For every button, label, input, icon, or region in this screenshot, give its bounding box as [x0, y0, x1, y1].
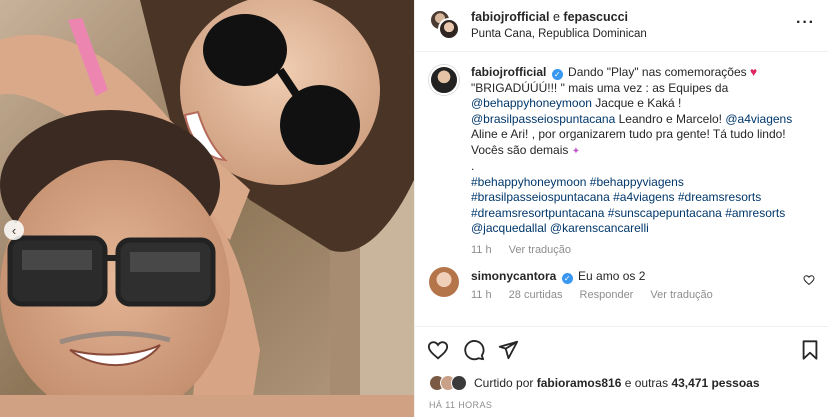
mention-link[interactable]: @a4viagens	[725, 112, 792, 126]
comment-age[interactable]: 11 h	[471, 289, 492, 301]
comment-text: simonycantora ✓ Eu amo os 2	[471, 269, 645, 284]
action-bar	[415, 326, 828, 374]
verified-icon: ✓	[561, 273, 573, 284]
caption-text-a: Jacque e Kaká !	[591, 96, 682, 110]
sparkle-emoji: ✦	[571, 145, 581, 157]
likes-prefix: Curtido por	[474, 376, 537, 390]
mention-link[interactable]: @brasilpasseiospuntacana	[471, 112, 615, 126]
author-link-2[interactable]: fepascucci	[563, 10, 628, 24]
photo-illustration	[0, 0, 414, 417]
caption-text-b: Leandro e Marcelo!	[615, 111, 726, 126]
heart-emoji: ♥	[749, 65, 758, 79]
liker-link[interactable]: fabioramos816	[537, 376, 622, 390]
comment-item: simonycantora ✓ Eu amo os 2 11 h 28 curt…	[429, 263, 815, 311]
chevron-left-icon: ‹	[11, 222, 17, 238]
caption-text-c: Aline e Ari! , por organizarem tudo pra …	[471, 127, 786, 157]
post-viewer: ‹ fabiojrofficial e fepascucci Punta Can…	[0, 0, 828, 417]
see-translation-link[interactable]: Ver tradução	[650, 289, 712, 301]
post-header: fabiojrofficial e fepascucci Punta Cana,…	[415, 0, 828, 52]
mention-link[interactable]: @karenscancarelli	[550, 221, 649, 235]
caption-username[interactable]: fabiojrofficial	[471, 65, 546, 79]
heart-icon[interactable]	[427, 339, 449, 361]
comment-likes[interactable]: 28 curtidas	[509, 289, 563, 301]
caption-text: fabiojrofficial ✓ Dando "Play" nas comem…	[471, 65, 811, 258]
hashtag-link[interactable]: #dreamsresortpuntacana	[471, 206, 604, 220]
avatar	[451, 375, 467, 391]
verified-icon: ✓	[551, 69, 563, 80]
hashtag-link[interactable]: #behappyhoneymoon	[471, 175, 586, 189]
mention-link[interactable]: @behappyhoneymoon	[471, 96, 592, 110]
hashtag-link[interactable]: #a4viagens	[613, 190, 674, 204]
avatar[interactable]	[429, 267, 459, 297]
comments-section: fabiojrofficial ✓ Dando "Play" nas comem…	[415, 53, 828, 326]
reply-button[interactable]: Responder	[580, 289, 634, 301]
bookmark-icon[interactable]	[799, 339, 821, 361]
likes-suffix-2[interactable]: pessoas	[708, 376, 759, 390]
hashtag-link[interactable]: #amresorts	[725, 206, 785, 220]
comment-username[interactable]: simonycantora	[471, 269, 556, 283]
post-timestamp[interactable]: HÁ 11 HORAS	[429, 400, 492, 410]
comment-meta: 11 h 28 curtidas Responder Ver tradução	[471, 289, 727, 301]
hashtag-link[interactable]: #brasilpasseiospuntacana	[471, 190, 610, 204]
heart-icon[interactable]	[803, 274, 815, 286]
caption-age[interactable]: 11 h	[471, 244, 492, 256]
comment-body: Eu amo os 2	[578, 269, 646, 283]
share-icon[interactable]	[497, 339, 519, 361]
author-link-1[interactable]: fabiojrofficial	[471, 10, 549, 24]
caption-meta: 11 h Ver tradução	[471, 243, 811, 259]
authors-connector: e	[552, 10, 560, 24]
hashtag-link[interactable]: #sunscapepuntacana	[608, 206, 722, 220]
previous-photo-button[interactable]: ‹	[4, 220, 24, 240]
collab-avatar[interactable]	[429, 9, 461, 41]
caption-line-1: Dando "Play" nas comemorações	[568, 65, 747, 79]
hashtag-link[interactable]: #dreamsresorts	[678, 190, 761, 204]
hashtag-link[interactable]: #behappyviagens	[590, 175, 684, 189]
likes-count-link[interactable]: 43,471	[671, 376, 708, 390]
avatar[interactable]	[429, 65, 459, 95]
more-icon[interactable]: ···	[796, 14, 815, 32]
post-sidebar: fabiojrofficial e fepascucci Punta Cana,…	[414, 0, 828, 417]
hashtag-list: #behappyhoneymoon #behappyviagens #brasi…	[471, 175, 811, 237]
post-authors: fabiojrofficial e fepascucci	[471, 10, 628, 24]
comment-icon[interactable]	[463, 339, 485, 361]
location-link[interactable]: Punta Cana, Republica Dominican	[471, 28, 647, 40]
mention-link[interactable]: @jacquedallal	[471, 221, 547, 235]
caption-line-2: "BRIGADÚÚÚ!!! " mais uma vez : as Equipe…	[471, 80, 729, 95]
likes-text: Curtido por fabioramos816 e outras 43,47…	[474, 376, 760, 390]
likes-suffix: e outras	[621, 376, 672, 390]
avatar	[438, 18, 460, 40]
see-translation-link[interactable]: Ver tradução	[509, 244, 571, 256]
caption-dot: .	[471, 159, 475, 173]
likes-summary: Curtido por fabioramos816 e outras 43,47…	[429, 372, 760, 394]
post-photo[interactable]: ‹	[0, 0, 414, 417]
